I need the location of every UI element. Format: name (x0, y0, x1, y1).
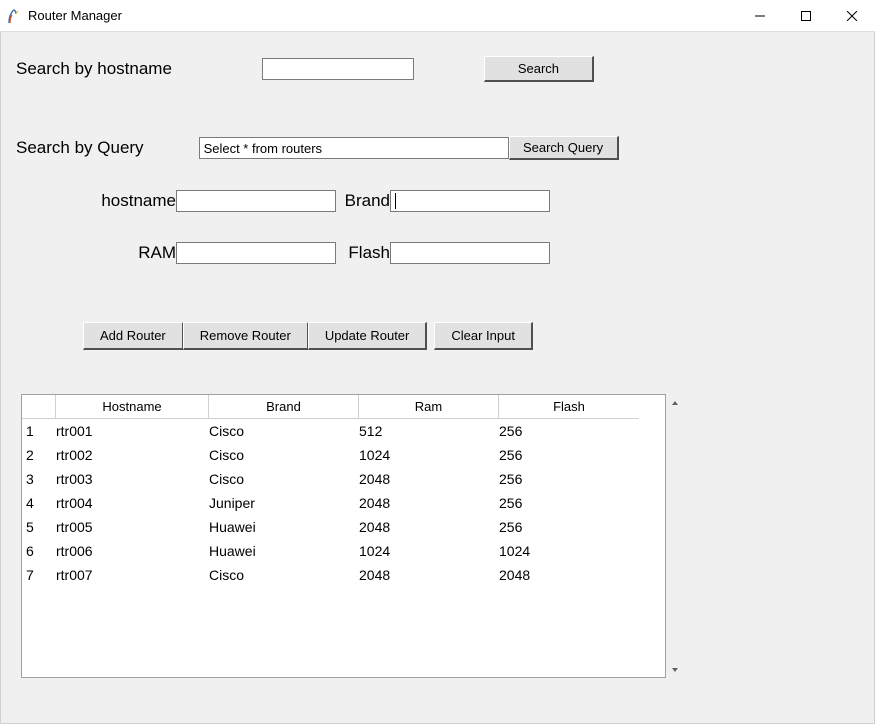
cell-hostname: rtr005 (56, 519, 209, 535)
update-router-label: Update Router (325, 328, 410, 343)
clear-input-label: Clear Input (451, 328, 515, 343)
cell-ram: 512 (359, 423, 499, 439)
table-row[interactable]: 1rtr001Cisco512256 (22, 419, 665, 443)
search-query-label: Search by Query (16, 138, 144, 158)
cell-hostname: rtr001 (56, 423, 209, 439)
cell-n: 5 (22, 519, 56, 535)
cell-brand: Cisco (209, 567, 359, 583)
table-row[interactable]: 4rtr004Juniper2048256 (22, 491, 665, 515)
header-brand[interactable]: Brand (209, 395, 359, 419)
scroll-up-icon[interactable] (666, 394, 683, 411)
add-router-button[interactable]: Add Router (83, 322, 184, 350)
action-buttons: Add Router Remove Router Update Router C… (83, 322, 532, 350)
cell-hostname: rtr006 (56, 543, 209, 559)
maximize-button[interactable] (783, 0, 829, 32)
cell-n: 4 (22, 495, 56, 511)
brand-label: Brand (336, 191, 390, 211)
cell-brand: Huawei (209, 519, 359, 535)
cell-ram: 2048 (359, 495, 499, 511)
cell-flash: 2048 (499, 567, 639, 583)
table-row[interactable]: 7rtr007Cisco20482048 (22, 563, 665, 587)
cell-ram: 2048 (359, 567, 499, 583)
fields-group: hostname Brand RAM Flash (91, 190, 550, 294)
header-flash[interactable]: Flash (499, 395, 639, 419)
table-row[interactable]: 2rtr002Cisco1024256 (22, 443, 665, 467)
header-hostname[interactable]: Hostname (56, 395, 209, 419)
cell-flash: 1024 (499, 543, 639, 559)
clear-input-button[interactable]: Clear Input (434, 322, 533, 350)
cell-n: 6 (22, 543, 56, 559)
cell-n: 1 (22, 423, 56, 439)
hostname-label: hostname (91, 191, 176, 211)
flash-label: Flash (336, 243, 390, 263)
cell-flash: 256 (499, 495, 639, 511)
ram-label: RAM (91, 243, 176, 263)
search-query-button[interactable]: Search Query (509, 136, 619, 160)
table-row[interactable]: 6rtr006Huawei10241024 (22, 539, 665, 563)
cell-n: 2 (22, 447, 56, 463)
search-button[interactable]: Search (484, 56, 594, 82)
scroll-down-icon[interactable] (666, 661, 683, 678)
ram-input[interactable] (176, 242, 336, 264)
titlebar: Router Manager (0, 0, 875, 32)
cell-hostname: rtr003 (56, 471, 209, 487)
cell-flash: 256 (499, 447, 639, 463)
remove-router-label: Remove Router (200, 328, 291, 343)
table-row[interactable]: 5rtr005Huawei2048256 (22, 515, 665, 539)
cell-brand: Cisco (209, 447, 359, 463)
remove-router-button[interactable]: Remove Router (183, 322, 309, 350)
table-row[interactable]: 3rtr003Cisco2048256 (22, 467, 665, 491)
cell-flash: 256 (499, 423, 639, 439)
cell-flash: 256 (499, 519, 639, 535)
hostname-input[interactable] (176, 190, 336, 212)
table-wrap: Hostname Brand Ram Flash 1rtr001Cisco512… (21, 394, 683, 678)
search-hostname-row: Search by hostname Search (16, 56, 594, 82)
cell-n: 3 (22, 471, 56, 487)
router-table[interactable]: Hostname Brand Ram Flash 1rtr001Cisco512… (21, 394, 666, 678)
add-router-label: Add Router (100, 328, 166, 343)
update-router-button[interactable]: Update Router (308, 322, 428, 350)
search-hostname-label: Search by hostname (16, 59, 172, 79)
table-scrollbar[interactable] (666, 394, 683, 678)
cell-ram: 1024 (359, 543, 499, 559)
close-button[interactable] (829, 0, 875, 32)
cell-hostname: rtr007 (56, 567, 209, 583)
cell-brand: Juniper (209, 495, 359, 511)
client-area: Search by hostname Search Search by Quer… (0, 32, 875, 724)
text-cursor (395, 193, 396, 209)
cell-brand: Cisco (209, 471, 359, 487)
search-query-input[interactable] (199, 137, 509, 159)
cell-brand: Cisco (209, 423, 359, 439)
cell-ram: 2048 (359, 519, 499, 535)
cell-ram: 1024 (359, 447, 499, 463)
minimize-button[interactable] (737, 0, 783, 32)
cell-flash: 256 (499, 471, 639, 487)
search-button-label: Search (518, 61, 559, 76)
table-header: Hostname Brand Ram Flash (22, 395, 665, 419)
search-query-row: Search by Query Search Query (16, 136, 619, 160)
cell-hostname: rtr002 (56, 447, 209, 463)
flash-input[interactable] (390, 242, 550, 264)
cell-ram: 2048 (359, 471, 499, 487)
cell-brand: Huawei (209, 543, 359, 559)
header-rownum[interactable] (22, 395, 56, 419)
search-query-button-label: Search Query (523, 140, 603, 155)
table-body: 1rtr001Cisco5122562rtr002Cisco10242563rt… (22, 419, 665, 587)
brand-input[interactable] (390, 190, 550, 212)
cell-hostname: rtr004 (56, 495, 209, 511)
header-ram[interactable]: Ram (359, 395, 499, 419)
app-icon (6, 8, 22, 24)
cell-n: 7 (22, 567, 56, 583)
search-hostname-input[interactable] (262, 58, 414, 80)
window-title: Router Manager (28, 8, 122, 23)
